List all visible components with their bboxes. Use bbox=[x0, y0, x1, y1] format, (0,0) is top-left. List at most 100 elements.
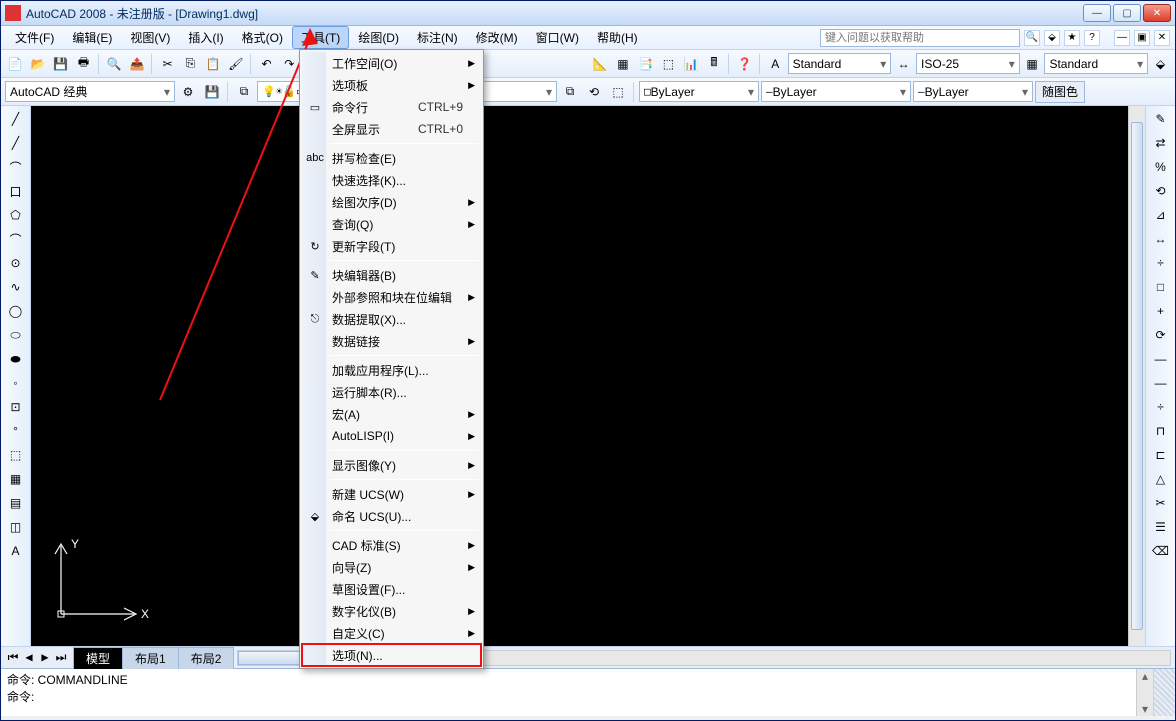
menu-item-快速选择(K)...[interactable]: 快速选择(K)... bbox=[302, 169, 481, 191]
cmd-scrollbar[interactable]: ▴▾ bbox=[1136, 669, 1153, 716]
workspace-save-button[interactable]: 💾 bbox=[201, 81, 223, 103]
drawing-canvas[interactable]: Y X bbox=[31, 106, 1145, 646]
mleaderstyle-button[interactable]: ⬙ bbox=[1150, 53, 1171, 75]
dimstyle-icon[interactable]: ↔ bbox=[893, 53, 914, 75]
new-button[interactable]: 📄 bbox=[5, 53, 26, 75]
draw-tool-5[interactable]: ⌒ bbox=[5, 228, 27, 250]
layer-match-button[interactable]: ⬚ bbox=[607, 81, 629, 103]
modify-tool-13[interactable]: ⊓ bbox=[1150, 420, 1172, 442]
calc-button[interactable]: 📊 bbox=[681, 53, 702, 75]
menu-item-绘图次序(D)[interactable]: 绘图次序(D)▶ bbox=[302, 191, 481, 213]
menu-item-显示图像(Y)[interactable]: 显示图像(Y)▶ bbox=[302, 454, 481, 476]
menu-修改(M)[interactable]: 修改(M) bbox=[467, 26, 527, 49]
draw-tool-8[interactable]: ◯ bbox=[5, 300, 27, 322]
linetype-dropdown[interactable]: — ByLayer▾ bbox=[761, 81, 911, 102]
draw-tool-2[interactable]: ⌒ bbox=[5, 156, 27, 178]
doc-restore-button[interactable]: ▣ bbox=[1134, 30, 1150, 46]
menu-item-拼写检查(E)[interactable]: abc拼写检查(E) bbox=[302, 147, 481, 169]
menu-item-自定义(C)[interactable]: 自定义(C)▶ bbox=[302, 622, 481, 644]
layer-prev-button[interactable]: ⟲ bbox=[583, 81, 605, 103]
minimize-button[interactable]: — bbox=[1083, 4, 1111, 22]
menu-item-更新字段(T)[interactable]: ↻更新字段(T) bbox=[302, 235, 481, 257]
menu-视图(V)[interactable]: 视图(V) bbox=[121, 26, 179, 49]
draw-tool-6[interactable]: ⊙ bbox=[5, 252, 27, 274]
menu-item-工作空间(O)[interactable]: 工作空间(O)▶ bbox=[302, 52, 481, 74]
menu-item-运行脚本(R)...[interactable]: 运行脚本(R)... bbox=[302, 381, 481, 403]
modify-tool-4[interactable]: ⊿ bbox=[1150, 204, 1172, 226]
menu-item-加载应用程序(L)...[interactable]: 加载应用程序(L)... bbox=[302, 359, 481, 381]
modify-tool-17[interactable]: ☰ bbox=[1150, 516, 1172, 538]
command-text[interactable]: 命令: COMMANDLINE 命令: bbox=[1, 669, 1136, 716]
print-button[interactable]: 🖶 bbox=[73, 53, 94, 75]
draw-tool-3[interactable]: 口 bbox=[5, 180, 27, 202]
match-button[interactable]: 🖌 bbox=[225, 53, 246, 75]
resize-grip[interactable] bbox=[1153, 669, 1175, 716]
menu-帮助(H)[interactable]: 帮助(H) bbox=[588, 26, 647, 49]
modify-tool-18[interactable]: ⌫ bbox=[1150, 540, 1172, 562]
close-button[interactable]: ✕ bbox=[1143, 4, 1171, 22]
color-dropdown[interactable]: □ ByLayer▾ bbox=[639, 81, 759, 102]
draw-tool-14[interactable]: ⬚ bbox=[5, 444, 27, 466]
menu-工具(T)[interactable]: 工具(T) bbox=[292, 26, 349, 49]
tool-palette-button[interactable]: ▦ bbox=[613, 53, 634, 75]
vertical-scrollbar[interactable] bbox=[1128, 106, 1145, 646]
layer-props-button[interactable]: ⧉ bbox=[233, 81, 255, 103]
menu-item-选项(N)...[interactable]: 选项(N)... bbox=[302, 644, 481, 666]
tablestyle-icon[interactable]: ▦ bbox=[1022, 53, 1043, 75]
sheet-set-button[interactable]: 📑 bbox=[635, 53, 656, 75]
menu-item-块编辑器(B)[interactable]: ✎块编辑器(B) bbox=[302, 264, 481, 286]
draw-tool-0[interactable]: ╱ bbox=[5, 108, 27, 130]
doc-close-button[interactable]: ✕ bbox=[1154, 30, 1170, 46]
modify-tool-14[interactable]: ⊏ bbox=[1150, 444, 1172, 466]
plot-preview-button[interactable]: 🔍 bbox=[104, 53, 125, 75]
workspace-dropdown[interactable]: AutoCAD 经典▾ bbox=[5, 81, 175, 102]
help-input[interactable] bbox=[820, 29, 1020, 47]
draw-tool-17[interactable]: ◫ bbox=[5, 516, 27, 538]
open-button[interactable]: 📂 bbox=[28, 53, 49, 75]
menu-标注(N)[interactable]: 标注(N) bbox=[408, 26, 467, 49]
menu-item-数据链接[interactable]: 数据链接▶ bbox=[302, 330, 481, 352]
textstyle-dropdown[interactable]: Standard▾ bbox=[788, 53, 892, 74]
menu-格式(O)[interactable]: 格式(O) bbox=[233, 26, 292, 49]
menu-item-新建 UCS(W)[interactable]: 新建 UCS(W)▶ bbox=[302, 483, 481, 505]
draw-tool-1[interactable]: ╱ bbox=[5, 132, 27, 154]
draw-tool-12[interactable]: ⊡ bbox=[5, 396, 27, 418]
draw-tool-15[interactable]: ▦ bbox=[5, 468, 27, 490]
modify-tool-2[interactable]: % bbox=[1150, 156, 1172, 178]
menu-item-命名 UCS(U)...[interactable]: ⬙命名 UCS(U)... bbox=[302, 505, 481, 527]
dcenter-button[interactable]: 📐 bbox=[590, 53, 611, 75]
modify-tool-10[interactable]: — bbox=[1150, 348, 1172, 370]
help-icon[interactable]: ? bbox=[1084, 30, 1100, 46]
menu-item-CAD 标准(S)[interactable]: CAD 标准(S)▶ bbox=[302, 534, 481, 556]
menu-item-宏(A)[interactable]: 宏(A)▶ bbox=[302, 403, 481, 425]
menu-编辑(E)[interactable]: 编辑(E) bbox=[63, 26, 121, 49]
modify-tool-0[interactable]: ✎ bbox=[1150, 108, 1172, 130]
modify-tool-8[interactable]: + bbox=[1150, 300, 1172, 322]
help-button[interactable]: ❓ bbox=[734, 53, 755, 75]
maximize-button[interactable]: ▢ bbox=[1113, 4, 1141, 22]
menu-窗口(W)[interactable]: 窗口(W) bbox=[527, 26, 588, 49]
tablestyle-dropdown[interactable]: Standard▾ bbox=[1044, 53, 1148, 74]
modify-tool-7[interactable]: □ bbox=[1150, 276, 1172, 298]
undo-button[interactable]: ↶ bbox=[256, 53, 277, 75]
menu-item-数字化仪(B)[interactable]: 数字化仪(B)▶ bbox=[302, 600, 481, 622]
menu-item-草图设置(F)...[interactable]: 草图设置(F)... bbox=[302, 578, 481, 600]
draw-tool-4[interactable]: ⬠ bbox=[5, 204, 27, 226]
modify-tool-3[interactable]: ⟲ bbox=[1150, 180, 1172, 202]
draw-tool-13[interactable]: ° bbox=[5, 420, 27, 442]
textstyle-icon[interactable]: A bbox=[765, 53, 786, 75]
modify-tool-16[interactable]: ✂ bbox=[1150, 492, 1172, 514]
draw-tool-18[interactable]: A bbox=[5, 540, 27, 562]
menu-item-外部参照和块在位编辑[interactable]: 外部参照和块在位编辑▶ bbox=[302, 286, 481, 308]
modify-tool-6[interactable]: ÷ bbox=[1150, 252, 1172, 274]
draw-tool-9[interactable]: ⬭ bbox=[5, 324, 27, 346]
modify-tool-15[interactable]: △ bbox=[1150, 468, 1172, 490]
tab-nav[interactable]: ⏮◀▶⏭ bbox=[5, 650, 69, 665]
menu-item-全屏显示[interactable]: 全屏显示CTRL+0 bbox=[302, 118, 481, 140]
menu-item-AutoLISP(I)[interactable]: AutoLISP(I)▶ bbox=[302, 425, 481, 447]
modify-tool-12[interactable]: ÷ bbox=[1150, 396, 1172, 418]
modify-tool-5[interactable]: ↔ bbox=[1150, 228, 1172, 250]
doc-minimize-button[interactable]: — bbox=[1114, 30, 1130, 46]
tab-布局2[interactable]: 布局2 bbox=[178, 647, 235, 669]
cut-button[interactable]: ✂ bbox=[157, 53, 178, 75]
